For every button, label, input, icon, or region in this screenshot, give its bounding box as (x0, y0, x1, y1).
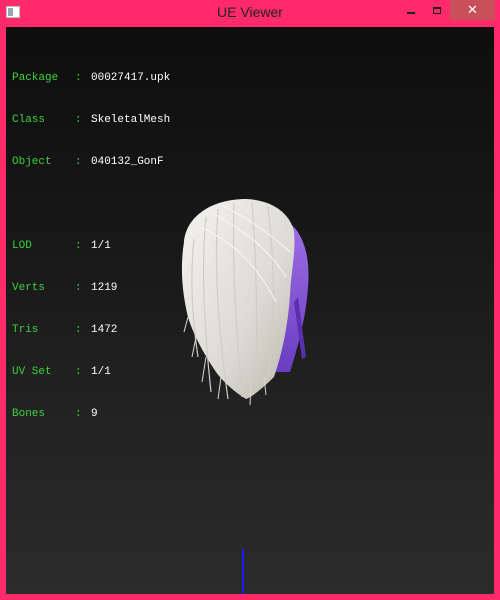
app-window: UE Viewer ✕ Package:00027417.upk Class: S… (0, 0, 500, 600)
close-button[interactable]: ✕ (450, 0, 495, 20)
close-icon: ✕ (467, 2, 478, 18)
minimize-icon (407, 12, 415, 14)
maximize-button[interactable] (424, 0, 450, 20)
hair-mesh-render (181, 199, 309, 406)
3d-viewport[interactable]: Package:00027417.upk Class: SkeletalMesh … (6, 27, 494, 594)
minimize-button[interactable] (398, 0, 424, 20)
maximize-icon (433, 6, 441, 14)
axis-gizmo-line (242, 549, 244, 594)
title-bar[interactable]: UE Viewer ✕ (0, 0, 500, 26)
